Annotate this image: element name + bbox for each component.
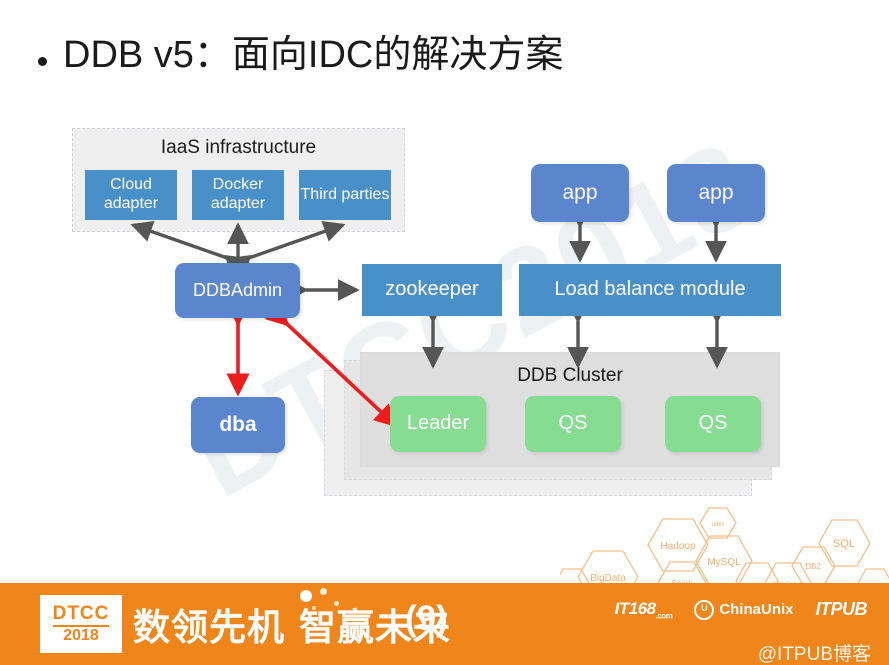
slide-canvas: DTCC2018 DDB v5：面向IDC的解决方案 IaaS infrastr… <box>0 0 889 665</box>
load-balance-module-label: Load balance module <box>554 278 746 301</box>
itpub-watermark: @ITPUB博客 <box>757 644 871 665</box>
chinaunix-mark-icon: U <box>694 599 715 620</box>
app-box-2-label: app <box>698 180 734 204</box>
hexagon-mysql: MySQL <box>695 535 753 587</box>
dba-box-label: dba <box>219 412 257 436</box>
sponsor-it168-suffix: .com <box>655 611 673 621</box>
cluster-node-qs-2[interactable]: QS <box>665 396 761 452</box>
hexagon-sql-label: SQL <box>833 538 855 550</box>
banner-slogan: 数领先机 智赢未来 <box>133 606 451 649</box>
decorative-hexagon-cluster: BigData Hadoop Spark MySQL orbix DB2 SQL <box>553 505 889 605</box>
app-box-1[interactable]: app <box>531 164 629 222</box>
sponsor-logos: IT168.com U ChinaUnix ITPUB <box>615 599 868 620</box>
zookeeper-box-label: zookeeper <box>385 278 479 301</box>
hexagon-mysql-label: MySQL <box>707 557 741 568</box>
hexagon-sqlserver: SQL Server <box>764 562 812 604</box>
slide-title-row: DDB v5：面向IDC的解决方案 <box>38 34 563 78</box>
iaas-box-docker-adapter[interactable]: Docker adapter <box>192 170 284 220</box>
hexagon-orbix-label: orbix <box>711 522 724 528</box>
app-box-2[interactable]: app <box>667 164 765 222</box>
hexagon-orbix: orbix <box>699 507 737 539</box>
load-balance-module-box[interactable]: Load balance module <box>519 264 781 316</box>
banner-edition-number: 9 <box>416 599 437 638</box>
title-bullet-icon <box>38 57 47 66</box>
iaas-box-cloud-adapter-label: Cloud adapter <box>103 176 159 212</box>
cluster-node-leader-label: Leader <box>406 412 470 435</box>
sponsor-itpub[interactable]: ITPUB <box>816 599 868 620</box>
page-title: DDB v5：面向IDC的解决方案 <box>63 34 564 76</box>
sponsor-chinaunix[interactable]: U ChinaUnix <box>694 599 794 620</box>
hexagon-hadoop: Hadoop <box>647 518 709 572</box>
sponsor-it168-name: IT168 <box>614 599 656 618</box>
zookeeper-box[interactable]: zookeeper <box>362 264 502 316</box>
app-box-1-label: app <box>562 180 598 204</box>
iaas-box-third-parties[interactable]: Third parties <box>299 170 391 220</box>
dtcc-logo: DTCC 2018 <box>40 595 122 653</box>
hexagon-hadoop-label: Hadoop <box>660 541 695 552</box>
hexagon-db2: DB2 <box>791 546 836 586</box>
cluster-node-qs-1-label: QS <box>558 412 588 435</box>
hexagon-sql: SQL <box>818 519 871 567</box>
hexagon-db2-label: DB2 <box>805 562 821 571</box>
sponsor-it168[interactable]: IT168.com <box>615 599 673 620</box>
banner-edition-badge: (9) <box>405 599 448 638</box>
cluster-node-qs-2-label: QS <box>698 412 728 435</box>
hexagon-svg: BigData Hadoop Spark MySQL orbix DB2 SQL <box>553 507 889 605</box>
sponsor-chinaunix-name: ChinaUnix <box>719 601 794 619</box>
dba-box[interactable]: dba <box>191 397 285 453</box>
cluster-node-leader[interactable]: Leader <box>390 396 486 452</box>
iaas-box-docker-adapter-label: Docker adapter <box>210 176 266 212</box>
ddb-cluster-label: DDB Cluster <box>517 365 623 386</box>
cluster-node-qs-1[interactable]: QS <box>525 396 621 452</box>
iaas-panel-label: IaaS infrastructure <box>160 137 317 158</box>
dtcc-logo-name: DTCC <box>52 603 110 627</box>
dtcc-logo-year: 2018 <box>63 626 99 644</box>
bottom-banner: DTCC 2018 数领先机 智赢未来 (9) IT168.com U Chin… <box>0 583 889 665</box>
iaas-box-cloud-adapter[interactable]: Cloud adapter <box>85 170 177 220</box>
ddbadmin-box[interactable]: DDBAdmin <box>175 263 300 318</box>
iaas-box-third-parties-label: Third parties <box>300 185 390 203</box>
ddbadmin-box-label: DDBAdmin <box>192 279 283 300</box>
sponsor-itpub-name: ITPUB <box>815 599 868 620</box>
